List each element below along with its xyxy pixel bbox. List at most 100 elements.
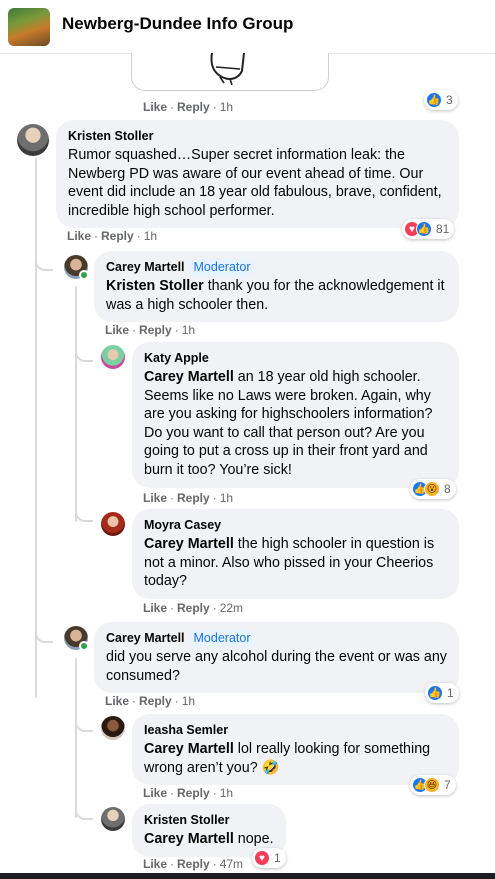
reply-link[interactable]: Reply xyxy=(177,857,210,871)
mention-link[interactable]: Carey Martell xyxy=(144,831,234,847)
comment-text: Kristen Stoller thank you for the acknow… xyxy=(106,277,447,314)
like-link[interactable]: Like xyxy=(143,491,167,505)
thread-connector xyxy=(75,718,93,732)
timestamp[interactable]: 47m xyxy=(220,857,243,871)
like-icon: 👍 xyxy=(426,92,442,108)
like-link[interactable]: Like xyxy=(143,601,167,615)
reaction-summary[interactable]: 👍 😆 7 xyxy=(410,775,456,795)
like-icon: 👍 xyxy=(427,685,443,701)
comment-meta: Like · Reply · 22m xyxy=(143,601,244,615)
reply-link[interactable]: Reply xyxy=(139,323,172,337)
reaction-count: 81 xyxy=(436,222,450,236)
thread-connector xyxy=(35,257,53,271)
love-icon: ♥ xyxy=(254,850,270,866)
reply-link[interactable]: Reply xyxy=(177,786,210,800)
timestamp[interactable]: 1h xyxy=(220,491,233,505)
thread-line xyxy=(35,158,37,698)
comment-text: Carey Martell nope. xyxy=(144,830,274,849)
comment-bubble: Kristen Stoller Rumor squashed…Super sec… xyxy=(56,120,459,229)
timestamp[interactable]: 1h xyxy=(182,323,195,337)
comment-header: Carey Martell Moderator xyxy=(106,258,447,276)
comment-author[interactable]: Carey Martell xyxy=(106,630,185,646)
thread-connector xyxy=(75,806,93,820)
group-title[interactable]: Newberg-Dundee Info Group xyxy=(62,14,293,34)
comment-bubble: Ieasha Semler Carey Martell lol really l… xyxy=(132,714,459,786)
thread-connector xyxy=(75,348,93,362)
like-link[interactable]: Like xyxy=(143,786,167,800)
reaction-summary[interactable]: 👍 3 xyxy=(424,90,458,110)
sketch-drawing xyxy=(210,52,245,86)
online-status-icon xyxy=(79,270,89,280)
comment-text-body: nope. xyxy=(237,831,274,847)
avatar[interactable] xyxy=(101,716,125,740)
comment-text: Rumor squashed…Super secret information … xyxy=(68,147,442,219)
like-link[interactable]: Like xyxy=(105,694,129,708)
comment-meta: Like · Reply · 1h xyxy=(105,323,196,337)
reply-link[interactable]: Reply xyxy=(177,601,210,615)
thread-line xyxy=(75,286,77,522)
online-status-icon xyxy=(79,641,89,651)
comment-text-body: an 18 year old high schooler. Seems like… xyxy=(144,369,433,478)
comment-author[interactable]: Moyra Casey xyxy=(144,517,221,533)
haha-icon: 😆 xyxy=(424,777,440,793)
comment-author[interactable]: Ieasha Semler xyxy=(144,722,228,738)
reaction-count: 1 xyxy=(274,851,281,865)
reaction-summary[interactable]: ♥ 👍 81 xyxy=(402,219,455,239)
moderator-badge: Moderator xyxy=(189,259,255,276)
like-link[interactable]: Like xyxy=(143,100,167,114)
reply-link[interactable]: Reply xyxy=(101,229,134,243)
like-link[interactable]: Like xyxy=(105,323,129,337)
group-thumbnail[interactable] xyxy=(8,8,50,46)
reply-link[interactable]: Reply xyxy=(177,100,210,114)
reply-link[interactable]: Reply xyxy=(177,491,210,505)
avatar[interactable] xyxy=(101,345,125,369)
mention-link[interactable]: Carey Martell xyxy=(144,369,234,385)
reaction-summary[interactable]: ♥ 1 xyxy=(252,848,286,868)
comment-meta: Like · Reply · 1h xyxy=(67,229,158,243)
group-header: Newberg-Dundee Info Group xyxy=(0,0,495,54)
thread-connector xyxy=(35,629,53,643)
like-icon: 👍 xyxy=(416,221,432,237)
reaction-summary[interactable]: 👍 1 xyxy=(425,683,459,703)
avatar[interactable] xyxy=(17,124,49,156)
timestamp[interactable]: 1h xyxy=(182,694,195,708)
bottom-edge xyxy=(0,873,495,879)
thread-connector xyxy=(75,508,93,522)
comment-text: Carey Martell the high schooler in quest… xyxy=(144,535,447,591)
timestamp[interactable]: 1h xyxy=(220,100,233,114)
mention-link[interactable]: Carey Martell xyxy=(144,536,234,552)
reaction-count: 3 xyxy=(446,93,453,107)
comment-meta: Like · Reply · 47m xyxy=(143,857,244,871)
wow-icon: 😮 xyxy=(424,481,440,497)
reply-link[interactable]: Reply xyxy=(139,694,172,708)
comment-header: Carey Martell Moderator xyxy=(106,629,447,647)
comment-text: Carey Martell an 18 year old high school… xyxy=(144,368,447,480)
comment-thread: Like · Reply · 1h 👍 3 Kristen Stoller Rumor … xyxy=(0,52,495,873)
comment-author[interactable]: Carey Martell xyxy=(106,259,185,275)
comment-meta: Like · Reply · 1h xyxy=(143,786,234,800)
mention-link[interactable]: Kristen Stoller xyxy=(106,278,204,294)
timestamp[interactable]: 1h xyxy=(220,786,233,800)
comment-author[interactable]: Kristen Stoller xyxy=(68,128,153,144)
timestamp[interactable]: 1h xyxy=(144,229,157,243)
comment-bubble: Carey Martell Moderator did you serve any… xyxy=(94,622,459,694)
moderator-badge: Moderator xyxy=(189,630,255,647)
comment-meta: Like · Reply · 1h xyxy=(105,694,196,708)
mention-link[interactable]: Carey Martell xyxy=(144,741,234,757)
like-link[interactable]: Like xyxy=(143,857,167,871)
comment-bubble: Katy Apple Carey Martell an 18 year old … xyxy=(132,342,459,488)
reaction-count: 7 xyxy=(444,778,451,792)
comment-author[interactable]: Kristen Stoller xyxy=(144,812,229,828)
comment-bubble: Carey Martell Moderator Kristen Stoller t… xyxy=(94,251,459,323)
comment-image[interactable] xyxy=(131,52,329,91)
reaction-summary[interactable]: 👍 😮 8 xyxy=(410,479,456,499)
avatar[interactable] xyxy=(101,807,125,831)
timestamp[interactable]: 22m xyxy=(220,601,243,615)
thread-line xyxy=(75,658,77,818)
comment-author[interactable]: Katy Apple xyxy=(144,350,209,366)
avatar[interactable] xyxy=(101,512,125,536)
comment-text: Carey Martell lol really looking for som… xyxy=(144,740,447,777)
reaction-count: 8 xyxy=(444,482,451,496)
like-link[interactable]: Like xyxy=(67,229,91,243)
comment-bubble: Moyra Casey Carey Martell the high schoo… xyxy=(132,509,459,599)
